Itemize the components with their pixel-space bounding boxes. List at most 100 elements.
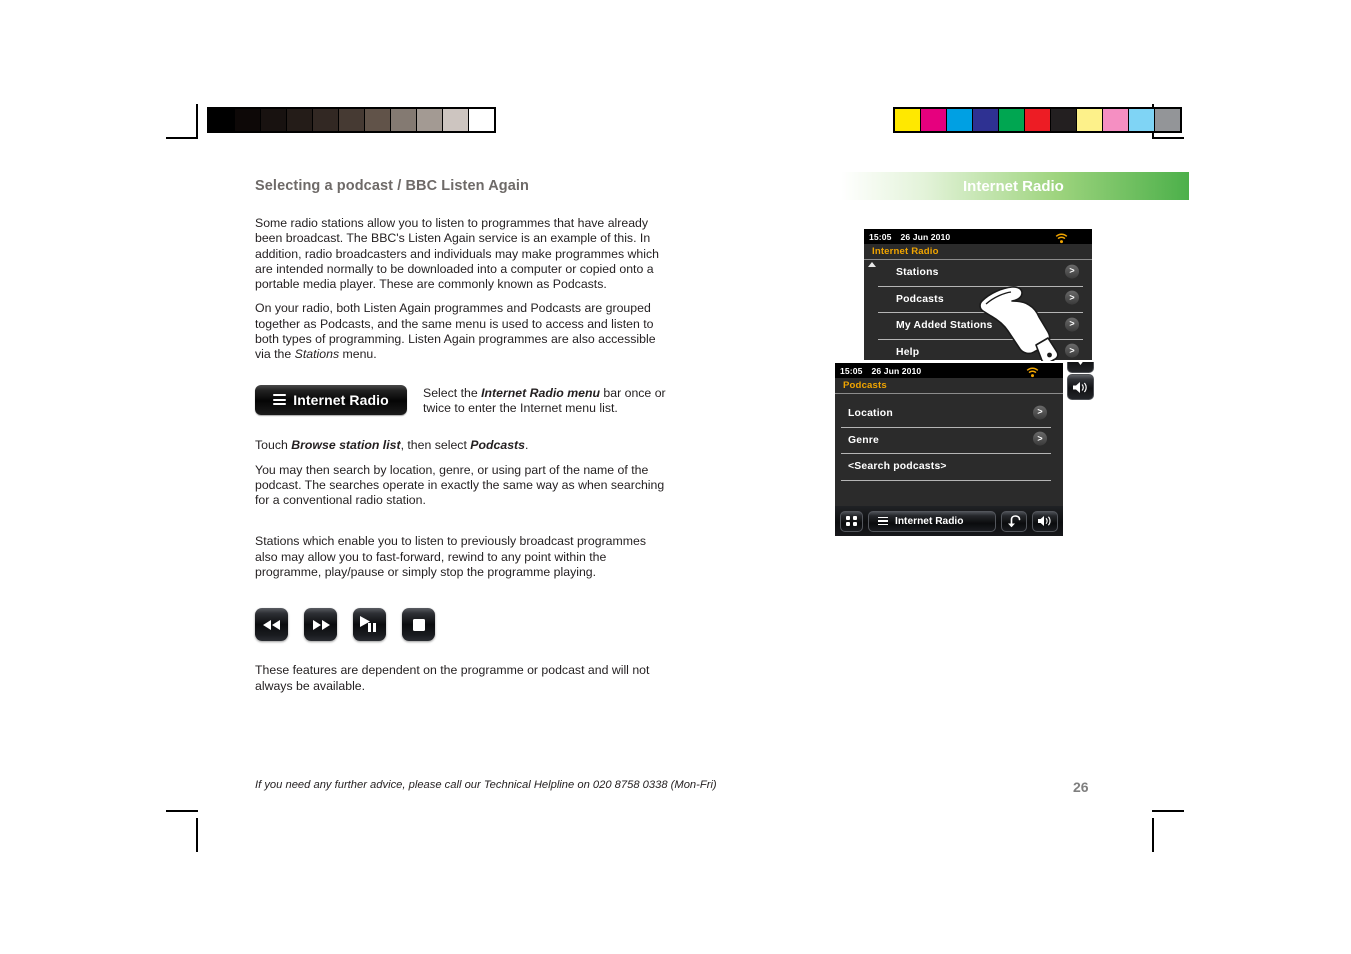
- color-swatch: [947, 109, 973, 131]
- fast-forward-icon: [312, 619, 330, 630]
- internet-radio-pill-caption: Select the Internet Radio menu bar once …: [423, 385, 667, 417]
- transport-controls: [255, 608, 667, 642]
- gray-swatch: [235, 109, 261, 131]
- menu-item-location[interactable]: Location >: [841, 401, 1051, 428]
- menu-item-label: Genre: [848, 434, 880, 446]
- color-swatch: [1051, 109, 1077, 131]
- play-pause-icon: [360, 616, 376, 633]
- paragraph-playback-features: Stations which enable you to listen to p…: [255, 534, 646, 580]
- color-swatch: [1077, 109, 1103, 131]
- menu-item-label: Help: [896, 346, 920, 358]
- browse-station-list-emphasis: Browse station list: [291, 438, 401, 453]
- screen2-menu-list: Location > Genre > <Search podcasts>: [835, 394, 1063, 481]
- chevron-right-icon: >: [1033, 431, 1047, 446]
- menu-item-label: <Search podcasts>: [848, 461, 947, 473]
- menu-item-label: My Added Stations: [896, 320, 993, 332]
- gray-swatch: [209, 109, 235, 131]
- internet-radio-button[interactable]: Internet Radio: [255, 384, 407, 415]
- screen2-bottom-bar: Internet Radio: [835, 506, 1063, 536]
- menu-item-my-added-stations[interactable]: My Added Stations >: [878, 313, 1083, 340]
- internet-radio-bar-label: Internet Radio: [895, 515, 964, 527]
- menu-item-genre[interactable]: Genre >: [841, 428, 1051, 454]
- grayscale-calibration-bar: [207, 107, 496, 133]
- hamburger-menu-icon: [878, 516, 888, 526]
- volume-button-screen1[interactable]: [1067, 374, 1094, 400]
- volume-icon: [1038, 516, 1051, 526]
- stop-icon: [412, 618, 425, 631]
- paragraph-grouping-part2: menu.: [339, 347, 377, 362]
- crop-mark-bottom-left-vertical: [196, 818, 198, 852]
- internet-radio-pill-row: Internet Radio Select the Internet Radio…: [255, 384, 667, 417]
- menu-item-podcasts[interactable]: Podcasts >: [878, 287, 1083, 313]
- volume-icon: [1073, 381, 1087, 393]
- radio-screen-internet-radio[interactable]: 15:05 26 Jun 2010 Internet Radio Station…: [862, 227, 1094, 362]
- touch-part3: .: [524, 438, 529, 453]
- menu-item-label: Podcasts: [896, 293, 944, 305]
- menu-item-label: Location: [848, 408, 893, 420]
- color-calibration-bar: [893, 107, 1182, 133]
- right-panel-header: Internet Radio: [841, 172, 1189, 200]
- color-swatch: [973, 109, 999, 131]
- caption-part1: Select the: [423, 385, 482, 400]
- paragraph-intro: Some radio stations allow you to listen …: [255, 216, 659, 292]
- internet-radio-button-label: Internet Radio: [293, 391, 389, 408]
- play-pause-button[interactable]: [353, 608, 386, 642]
- color-swatch: [1025, 109, 1051, 131]
- touch-part1: Touch: [255, 438, 292, 453]
- crop-mark-bottom-right-horizontal: [1152, 810, 1184, 812]
- color-swatch: [1155, 109, 1180, 131]
- crop-mark-top-right-horizontal: [1152, 137, 1184, 139]
- document-left-column: Selecting a podcast / BBC Listen Again S…: [255, 178, 667, 703]
- color-swatch: [1129, 109, 1155, 131]
- volume-button-screen2[interactable]: [1032, 510, 1058, 532]
- podcasts-emphasis: Podcasts: [470, 438, 525, 453]
- gray-swatch: [417, 109, 443, 131]
- home-grid-button[interactable]: [840, 510, 863, 532]
- rewind-icon: [262, 619, 280, 630]
- crop-mark-top-left-vertical: [196, 104, 198, 138]
- screen1-status-bar: 15:05 26 Jun 2010: [864, 229, 1092, 244]
- color-swatch: [999, 109, 1025, 131]
- wifi-icon: [1026, 365, 1039, 383]
- screen2-status-bar: 15:05 26 Jun 2010: [835, 363, 1063, 378]
- rewind-button[interactable]: [255, 608, 288, 642]
- chevron-right-icon: >: [1065, 290, 1079, 305]
- gray-swatch: [339, 109, 365, 131]
- right-panel-header-title: Internet Radio: [963, 177, 1064, 195]
- back-button[interactable]: [1001, 510, 1027, 532]
- paragraph-search-methods: You may then search by location, genre, …: [255, 462, 665, 508]
- menu-item-stations[interactable]: Stations >: [878, 260, 1083, 287]
- screen1-time: 15:05: [869, 231, 892, 242]
- stations-emphasis: Stations: [294, 347, 340, 362]
- stop-button[interactable]: [402, 608, 435, 642]
- paragraph-touch-instruction: Touch Browse station list, then select P…: [255, 438, 667, 453]
- screen1-menu-list: Stations > Podcasts > My Added Stations …: [864, 260, 1092, 365]
- wifi-icon: [1055, 231, 1068, 249]
- chevron-right-icon: >: [1065, 317, 1079, 332]
- chevron-right-icon: >: [1065, 264, 1079, 279]
- fast-forward-button[interactable]: [304, 608, 337, 642]
- chevron-right-icon: >: [1065, 343, 1079, 358]
- crop-mark-bottom-right-vertical: [1152, 818, 1154, 852]
- menu-item-search-podcasts[interactable]: <Search podcasts>: [841, 454, 1051, 481]
- paragraph-grouping: On your radio, both Listen Again program…: [255, 301, 667, 362]
- internet-radio-bar-button[interactable]: Internet Radio: [868, 510, 996, 532]
- crop-mark-top-left-horizontal: [166, 137, 198, 139]
- crop-mark-bottom-left-horizontal: [166, 810, 198, 812]
- color-swatch: [895, 109, 921, 131]
- screen2-time: 15:05: [840, 365, 863, 376]
- radio-screen-podcasts[interactable]: 15:05 26 Jun 2010 Podcasts Location > Ge…: [833, 361, 1065, 538]
- screen1-title: Internet Radio: [872, 246, 939, 257]
- page-title: Selecting a podcast / BBC Listen Again: [255, 178, 529, 194]
- helpline-footer-note: If you need any further advice, please c…: [255, 779, 717, 791]
- gray-swatch: [391, 109, 417, 131]
- color-swatch: [1103, 109, 1129, 131]
- page-number: 26: [1073, 779, 1089, 795]
- gray-swatch: [287, 109, 313, 131]
- gray-swatch: [443, 109, 469, 131]
- internet-radio-menu-emphasis: Internet Radio menu: [481, 385, 600, 400]
- screen2-title: Podcasts: [843, 380, 887, 391]
- color-swatch: [921, 109, 947, 131]
- screen2-date: 26 Jun 2010: [871, 365, 922, 376]
- gray-swatch: [469, 109, 494, 131]
